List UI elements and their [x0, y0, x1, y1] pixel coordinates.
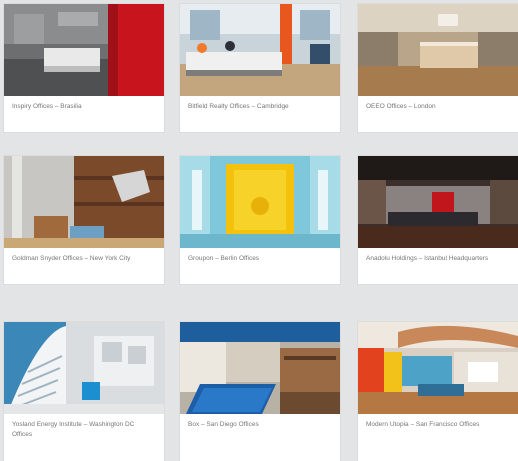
gallery-image-2[interactable] — [180, 4, 340, 96]
gallery-caption-4[interactable]: Goldman Snyder Offices – New York City — [4, 248, 164, 284]
gallery-caption-3[interactable]: OEEO Offices – London — [358, 96, 518, 132]
gallery-card-1[interactable]: Inspiry Offices – Brasilia — [4, 4, 164, 132]
gallery-caption-6[interactable]: Anadolu Holdings – Istanbul Headquarters — [358, 248, 518, 284]
gallery-image-6[interactable] — [358, 156, 518, 248]
gallery-card-9[interactable]: Modern Utopia – San Francisco Offices — [358, 322, 518, 461]
gallery-caption-2[interactable]: Bitfield Realty Offices – Cambridge — [180, 96, 340, 132]
office-gallery-grid: Inspiry Offices – Brasilia Bitfield Real… — [0, 0, 518, 461]
gallery-image-3[interactable] — [358, 4, 518, 96]
gallery-caption-9[interactable]: Modern Utopia – San Francisco Offices — [358, 414, 518, 450]
gallery-image-7[interactable] — [4, 322, 164, 414]
gallery-card-6[interactable]: Anadolu Holdings – Istanbul Headquarters — [358, 156, 518, 284]
gallery-image-4[interactable] — [4, 156, 164, 248]
gallery-caption-8[interactable]: Box – San Diego Offices — [180, 414, 340, 450]
gallery-card-4[interactable]: Goldman Snyder Offices – New York City — [4, 156, 164, 284]
gallery-card-8[interactable]: Box – San Diego Offices — [180, 322, 340, 461]
gallery-caption-5[interactable]: Groupon – Berlin Offices — [180, 248, 340, 284]
gallery-image-9[interactable] — [358, 322, 518, 414]
gallery-card-3[interactable]: OEEO Offices – London — [358, 4, 518, 132]
gallery-card-7[interactable]: Yosland Energy Institute – Washington DC… — [4, 322, 164, 461]
gallery-card-5[interactable]: Groupon – Berlin Offices — [180, 156, 340, 284]
gallery-caption-7[interactable]: Yosland Energy Institute – Washington DC… — [4, 414, 164, 450]
gallery-card-2[interactable]: Bitfield Realty Offices – Cambridge — [180, 4, 340, 132]
gallery-image-1[interactable] — [4, 4, 164, 96]
gallery-image-5[interactable] — [180, 156, 340, 248]
gallery-caption-1[interactable]: Inspiry Offices – Brasilia — [4, 96, 164, 132]
gallery-image-8[interactable] — [180, 322, 340, 414]
